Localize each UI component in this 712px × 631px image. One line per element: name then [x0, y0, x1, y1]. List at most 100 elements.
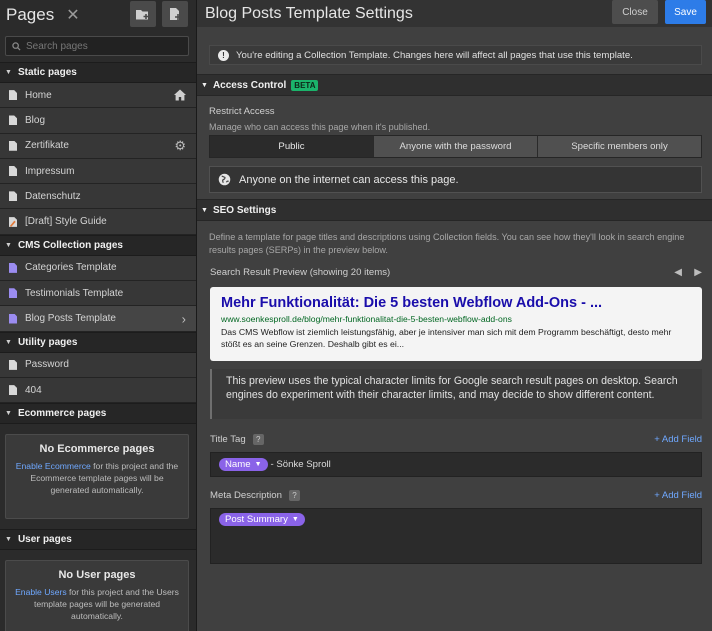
serp-url: www.soenkesproll.de/blog/mehr-funktional…	[221, 314, 512, 324]
access-segmented-control: Public Anyone with the password Specific…	[209, 135, 702, 158]
post-summary-field-pill[interactable]: Post Summary ▼	[219, 513, 305, 526]
help-icon[interactable]: ?	[288, 489, 300, 501]
collection-template-notice: ! You're editing a Collection Template. …	[209, 45, 702, 65]
add-folder-button[interactable]	[130, 1, 156, 27]
title-tag-label: Title Tag	[210, 433, 246, 445]
caret-down-icon: ▼	[5, 536, 12, 544]
section-user-pages[interactable]: ▼ User pages	[0, 529, 196, 551]
pages-panel-header: Pages ✕	[0, 0, 196, 30]
meta-description-row: Meta Description ? + Add Field	[210, 486, 702, 504]
panel-title: Pages	[6, 5, 55, 24]
enable-ecommerce-link[interactable]: Enable Ecommerce	[16, 461, 91, 471]
page-icon	[9, 140, 17, 151]
section-utility-pages[interactable]: ▼ Utility pages	[0, 331, 196, 353]
page-label: 404	[25, 384, 42, 396]
meta-add-field-button[interactable]: + Add Field	[654, 490, 702, 501]
page-label: Password	[25, 359, 69, 371]
page-item-blog-posts-template[interactable]: Blog Posts Template ›	[0, 306, 196, 332]
page-label: Impressum	[25, 165, 75, 177]
serp-title: Mehr Funktionalität: Die 5 besten Webflo…	[221, 295, 603, 311]
title-add-field-button[interactable]: + Add Field	[654, 434, 702, 445]
caret-down-icon: ▼	[201, 81, 208, 89]
page-item-home[interactable]: Home	[0, 83, 196, 109]
title-tag-input[interactable]: Name ▼ - Sönke Sproll	[210, 452, 702, 477]
add-page-icon	[170, 8, 181, 20]
section-title: User pages	[17, 534, 72, 546]
chevron-down-icon: ▼	[254, 461, 262, 468]
section-title: CMS Collection pages	[17, 239, 123, 251]
serp-character-limit-note: This preview uses the typical character …	[210, 369, 702, 419]
section-cms-pages[interactable]: ▼ CMS Collection pages	[0, 234, 196, 256]
caret-down-icon: ▼	[5, 69, 12, 76]
empty-title: No Ecommerce pages	[39, 443, 155, 456]
serp-preview-row: Search Result Preview (showing 20 items)…	[210, 263, 702, 281]
page-item-password[interactable]: Password	[0, 352, 196, 378]
save-button[interactable]: Save	[665, 0, 706, 24]
restrict-access-label: Restrict Access	[209, 106, 275, 117]
section-title: Utility pages	[17, 336, 78, 348]
page-icon	[9, 359, 17, 370]
close-icon[interactable]: ✕	[66, 5, 79, 25]
seo-description: Define a template for page titles and de…	[209, 232, 685, 255]
pill-label: Name	[225, 459, 251, 470]
enable-users-link[interactable]: Enable Users	[15, 587, 67, 597]
name-field-pill[interactable]: Name ▼	[219, 458, 268, 471]
cms-page-icon	[9, 262, 17, 273]
access-info-box: Anyone on the internet can access this p…	[209, 166, 702, 193]
page-label: Categories Template	[25, 262, 117, 274]
page-label: Zertifikate	[25, 140, 69, 152]
page-label: Datenschutz	[25, 190, 81, 202]
section-static-pages[interactable]: ▼ Static pages	[0, 62, 196, 83]
section-ecommerce-pages[interactable]: ▼ Ecommerce pages	[0, 403, 196, 425]
chevron-right-icon: ›	[181, 311, 186, 327]
notice-text: You're editing a Collection Template. Ch…	[236, 49, 633, 61]
next-item-icon[interactable]: ▶	[694, 267, 702, 278]
page-icon	[9, 166, 17, 177]
section-title: Access Control	[212, 79, 287, 91]
seo-settings-section-header[interactable]: ▼ SEO Settings	[197, 199, 712, 221]
gear-icon[interactable]: ⚙	[174, 138, 186, 154]
alert-icon: !	[218, 49, 229, 61]
restrict-access-description: Manage who can access this page when it'…	[209, 122, 431, 132]
close-button[interactable]: Close	[612, 0, 658, 24]
globe-icon	[218, 173, 231, 186]
meta-description-input[interactable]: Post Summary ▼	[210, 508, 702, 564]
page-item-datenschutz[interactable]: Datenschutz	[0, 184, 196, 210]
page-label: [Draft] Style Guide	[25, 216, 107, 228]
page-icon	[9, 115, 17, 126]
page-item-blog[interactable]: Blog	[0, 108, 196, 134]
access-option-public[interactable]: Public	[210, 136, 374, 157]
caret-down-icon: ▼	[5, 338, 12, 346]
serp-preview-label: Search Result Preview (showing 20 items)	[210, 266, 391, 278]
settings-header: Blog Posts Template Settings Close Save	[197, 0, 712, 27]
page-item-404[interactable]: 404	[0, 377, 196, 404]
access-option-password[interactable]: Anyone with the password	[374, 136, 538, 157]
page-item-categories-template[interactable]: Categories Template	[0, 255, 196, 282]
settings-title: Blog Posts Template Settings	[205, 4, 413, 22]
users-empty-state: No User pages Enable Users for this proj…	[5, 560, 189, 631]
help-icon[interactable]: ?	[252, 433, 264, 445]
settings-panel: Blog Posts Template Settings Close Save …	[197, 0, 712, 631]
title-tag-suffix: - Sönke Sproll	[270, 459, 331, 470]
access-info-text: Anyone on the internet can access this p…	[239, 173, 459, 186]
add-page-button[interactable]	[162, 1, 188, 27]
empty-title: No User pages	[58, 569, 136, 582]
search-input[interactable]	[26, 40, 176, 52]
page-item-style-guide[interactable]: [Draft] Style Guide	[0, 209, 196, 235]
page-item-testimonials-template[interactable]: Testimonials Template	[0, 281, 196, 307]
section-title: Ecommerce pages	[17, 408, 107, 420]
page-item-zertifikate[interactable]: Zertifikate ⚙	[0, 133, 196, 159]
chevron-down-icon: ▼	[291, 516, 299, 523]
beta-badge: BETA	[291, 79, 319, 91]
access-option-members[interactable]: Specific members only	[538, 136, 701, 157]
page-item-impressum[interactable]: Impressum	[0, 158, 196, 185]
access-control-section-header[interactable]: ▼ Access Control BETA	[197, 74, 712, 96]
page-label: Blog	[25, 114, 46, 126]
pages-panel: Pages ✕ ▼ Static pages Home Blog Zertifik…	[0, 0, 196, 631]
restrict-access-block: Restrict Access Manage who can access th…	[197, 96, 712, 134]
cms-page-icon	[9, 288, 17, 299]
caret-down-icon: ▼	[5, 410, 12, 418]
search-pages-field[interactable]	[5, 36, 189, 56]
page-icon	[9, 385, 17, 396]
previous-item-icon[interactable]: ◀	[674, 267, 682, 278]
